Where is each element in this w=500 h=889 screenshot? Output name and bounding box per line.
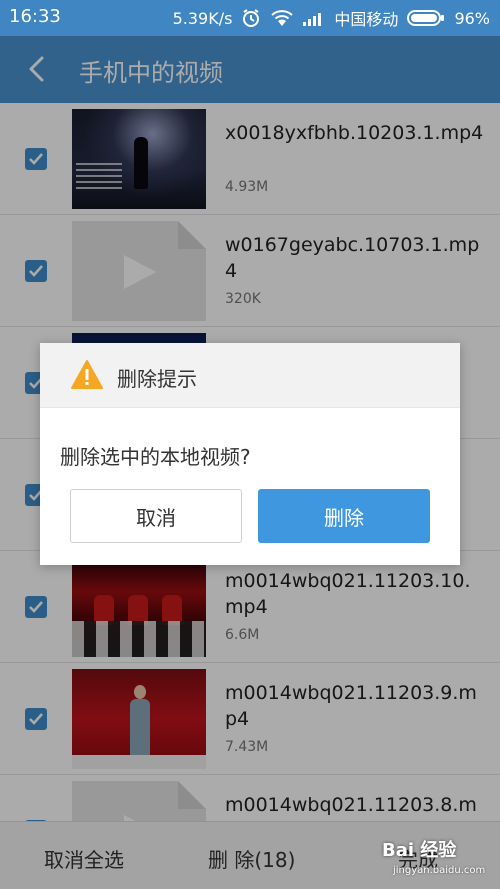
dialog-header: 删除提示 xyxy=(40,343,460,408)
signal-icon xyxy=(303,10,325,26)
network-speed: 5.39K/s xyxy=(172,8,233,28)
cancel-button[interactable]: 取消 xyxy=(70,489,242,543)
battery-percent: 96% xyxy=(454,8,490,28)
status-right: 5.39K/s 中国移动 96% xyxy=(173,6,490,30)
carrier-name: 中国移动 xyxy=(334,10,399,29)
status-bar: 16:33 5.39K/s 中国移动 96% xyxy=(0,0,500,36)
status-time: 16:33 xyxy=(9,6,61,27)
watermark-url: jingyan.baidu.com xyxy=(393,865,486,876)
wifi-icon xyxy=(270,9,294,27)
warning-icon xyxy=(70,359,104,391)
baidu-jingyan-watermark: Bai 经验 xyxy=(382,840,457,861)
battery-icon xyxy=(407,9,445,27)
dialog-title: 删除提示 xyxy=(117,367,197,391)
delete-confirm-dialog: 删除提示 删除选中的本地视频? 取消 删除 xyxy=(40,343,460,565)
alarm-icon xyxy=(241,8,261,28)
delete-button[interactable]: 删除 xyxy=(258,489,430,543)
dialog-message: 删除选中的本地视频? xyxy=(60,445,251,469)
